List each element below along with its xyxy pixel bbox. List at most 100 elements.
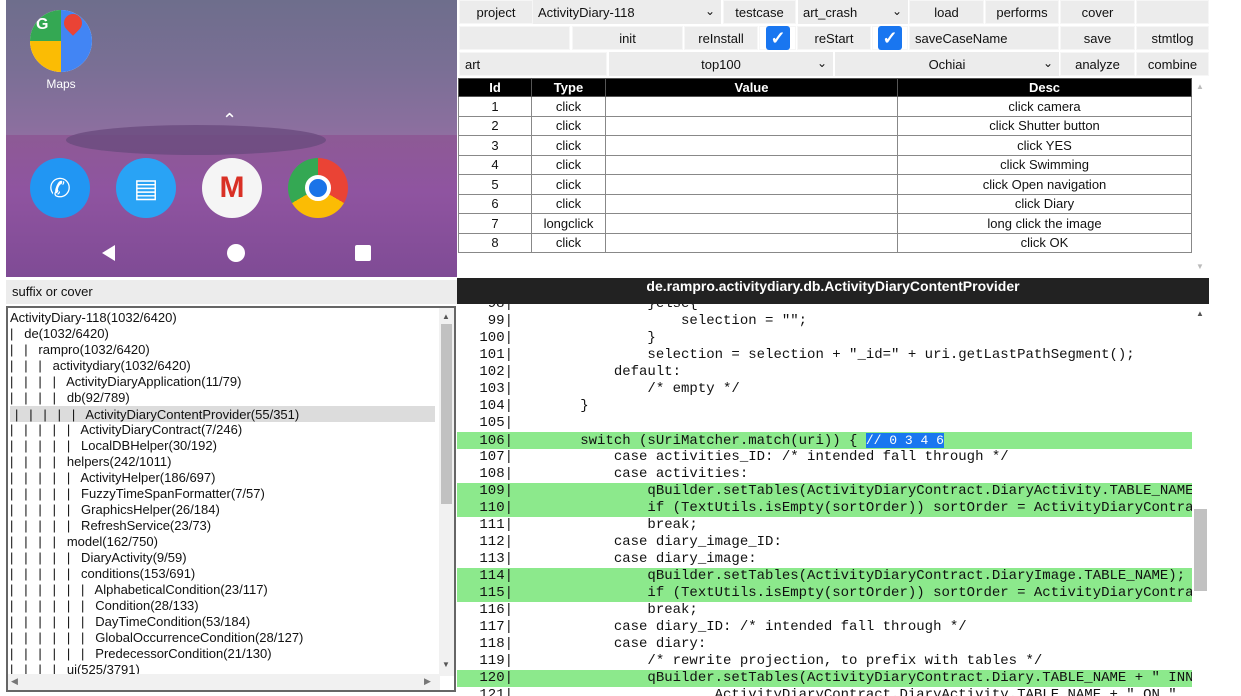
cell-desc[interactable]: click YES: [897, 135, 1192, 156]
table-row[interactable]: 7 longclick long click the image: [458, 213, 1192, 234]
phone-screen[interactable]: G Maps ⌃ ✆ ▤ M: [6, 0, 457, 277]
tree-node[interactable]: | | | | | ActivityHelper(186/697): [10, 470, 435, 486]
suffix-cover-input[interactable]: suffix or cover: [6, 280, 457, 304]
column-header-type[interactable]: Type: [531, 78, 606, 97]
restart-checkbox[interactable]: ✓: [878, 26, 902, 50]
cell-type[interactable]: click: [531, 193, 606, 214]
tree-node[interactable]: | | | | | GraphicsHelper(26/184): [10, 502, 435, 518]
cell-value[interactable]: [605, 213, 898, 234]
column-header-id[interactable]: Id: [458, 78, 532, 97]
google-maps-icon[interactable]: G: [30, 10, 92, 72]
cell-desc[interactable]: click Open navigation: [897, 174, 1192, 195]
messages-icon[interactable]: ▤: [116, 158, 176, 218]
cell-id[interactable]: 2: [458, 115, 532, 136]
init-button[interactable]: init: [572, 26, 683, 50]
chevron-up-icon[interactable]: ⌃: [222, 110, 237, 131]
scroll-left-icon[interactable]: ◀: [11, 676, 18, 687]
tree-node[interactable]: | | | | | | AlphabeticalCondition(23/117…: [10, 582, 435, 598]
tree-scroll-thumb[interactable]: [441, 324, 452, 504]
tree-node[interactable]: | | | | | | Condition(28/133): [10, 598, 435, 614]
tree-node[interactable]: | | | | db(92/789): [10, 390, 435, 406]
tree-node[interactable]: | | | | ActivityDiaryApplication(11/79): [10, 374, 435, 390]
cell-type[interactable]: click: [531, 96, 606, 117]
cell-id[interactable]: 1: [458, 96, 532, 117]
table-row[interactable]: 1 click click camera: [458, 96, 1192, 117]
tree-node[interactable]: | | | | | ActivityDiaryContentProvider(5…: [10, 406, 435, 422]
savecasename-input[interactable]: saveCaseName: [909, 26, 1059, 50]
scroll-down-icon[interactable]: ▼: [1196, 262, 1204, 271]
tree-node[interactable]: | | | | | | PredecessorCondition(21/130): [10, 646, 435, 662]
package-tree[interactable]: ActivityDiary-118(1032/6420) | de(1032/64…: [6, 306, 456, 692]
cell-desc[interactable]: click OK: [897, 232, 1192, 253]
method-select[interactable]: Ochiai ⌄: [835, 52, 1059, 76]
scroll-up-icon[interactable]: ▲: [1196, 82, 1204, 91]
table-row[interactable]: 3 click click YES: [458, 135, 1192, 156]
cell-type[interactable]: click: [531, 154, 606, 175]
code-scroll-thumb[interactable]: [1194, 509, 1207, 591]
reinstall-button[interactable]: reInstall: [684, 26, 758, 50]
tree-node[interactable]: | | | | helpers(242/1011): [10, 454, 435, 470]
scroll-down-icon[interactable]: ▼: [442, 660, 450, 669]
testcase-select[interactable]: art_crash ⌄: [798, 0, 908, 24]
tree-node[interactable]: | | | activitydiary(1032/6420): [10, 358, 435, 374]
gmail-icon[interactable]: M: [202, 158, 262, 218]
cell-type[interactable]: click: [531, 174, 606, 195]
table-row[interactable]: 2 click click Shutter button: [458, 115, 1192, 136]
project-select[interactable]: ActivityDiary-118 ⌄: [533, 0, 721, 24]
tree-hscrollbar[interactable]: ◀ ▶: [8, 674, 440, 690]
cell-desc[interactable]: click Diary: [897, 193, 1192, 214]
scroll-up-icon[interactable]: ▲: [1196, 309, 1204, 318]
column-header-value[interactable]: Value: [605, 78, 898, 97]
column-header-desc[interactable]: Desc: [897, 78, 1192, 97]
stmtlog-button[interactable]: stmtlog: [1136, 26, 1209, 50]
art-input[interactable]: art: [459, 52, 607, 76]
cell-type[interactable]: longclick: [531, 213, 606, 234]
tree-node[interactable]: | | | | | | GlobalOccurrenceCondition(28…: [10, 630, 435, 646]
tree-node[interactable]: | | | | | FuzzyTimeSpanFormatter(7/57): [10, 486, 435, 502]
cell-type[interactable]: click: [531, 135, 606, 156]
table-row[interactable]: 6 click click Diary: [458, 193, 1192, 214]
scroll-right-icon[interactable]: ▶: [424, 676, 431, 687]
table-row[interactable]: 5 click click Open navigation: [458, 174, 1192, 195]
top-select[interactable]: top100 ⌄: [609, 52, 833, 76]
cell-value[interactable]: [605, 193, 898, 214]
recents-nav-icon[interactable]: [355, 245, 371, 261]
scroll-up-icon[interactable]: ▲: [442, 312, 450, 321]
load-button[interactable]: load: [909, 0, 984, 24]
cell-id[interactable]: 3: [458, 135, 532, 156]
tree-node[interactable]: | de(1032/6420): [10, 326, 435, 342]
cell-id[interactable]: 6: [458, 193, 532, 214]
cell-id[interactable]: 4: [458, 154, 532, 175]
performs-button[interactable]: performs: [985, 0, 1059, 24]
tree-node[interactable]: | | | | | LocalDBHelper(30/192): [10, 438, 435, 454]
cell-value[interactable]: [605, 154, 898, 175]
cell-id[interactable]: 5: [458, 174, 532, 195]
cell-desc[interactable]: long click the image: [897, 213, 1192, 234]
combine-button[interactable]: combine: [1136, 52, 1209, 76]
tree-node[interactable]: | | | | model(162/750): [10, 534, 435, 550]
back-nav-icon[interactable]: [102, 245, 115, 261]
cell-value[interactable]: [605, 135, 898, 156]
code-viewer[interactable]: 98| }else{99| selection = ""; 100| } 101| …: [457, 304, 1192, 696]
cell-value[interactable]: [605, 232, 898, 253]
chrome-icon[interactable]: [288, 158, 348, 218]
tree-node[interactable]: | | | | | | DayTimeCondition(53/184): [10, 614, 435, 630]
steps-scrollbar[interactable]: ▲ ▼: [1192, 78, 1209, 274]
phone-icon[interactable]: ✆: [30, 158, 90, 218]
cell-desc[interactable]: click Swimming: [897, 154, 1192, 175]
table-row[interactable]: 8 click click OK: [458, 232, 1192, 253]
home-nav-icon[interactable]: [227, 244, 245, 262]
table-row[interactable]: 4 click click Swimming: [458, 154, 1192, 175]
tree-node[interactable]: | | | | | ActivityDiaryContract(7/246): [10, 422, 435, 438]
cell-type[interactable]: click: [531, 115, 606, 136]
cell-desc[interactable]: click camera: [897, 96, 1192, 117]
tree-node[interactable]: | | | | | conditions(153/691): [10, 566, 435, 582]
restart-button[interactable]: reStart: [797, 26, 871, 50]
reinstall-checkbox[interactable]: ✓: [766, 26, 790, 50]
cell-type[interactable]: click: [531, 232, 606, 253]
save-button[interactable]: save: [1060, 26, 1135, 50]
tree-scrollbar[interactable]: ▲ ▼: [439, 308, 454, 676]
cell-desc[interactable]: click Shutter button: [897, 115, 1192, 136]
cell-id[interactable]: 8: [458, 232, 532, 253]
tree-node[interactable]: | | | | | RefreshService(23/73): [10, 518, 435, 534]
